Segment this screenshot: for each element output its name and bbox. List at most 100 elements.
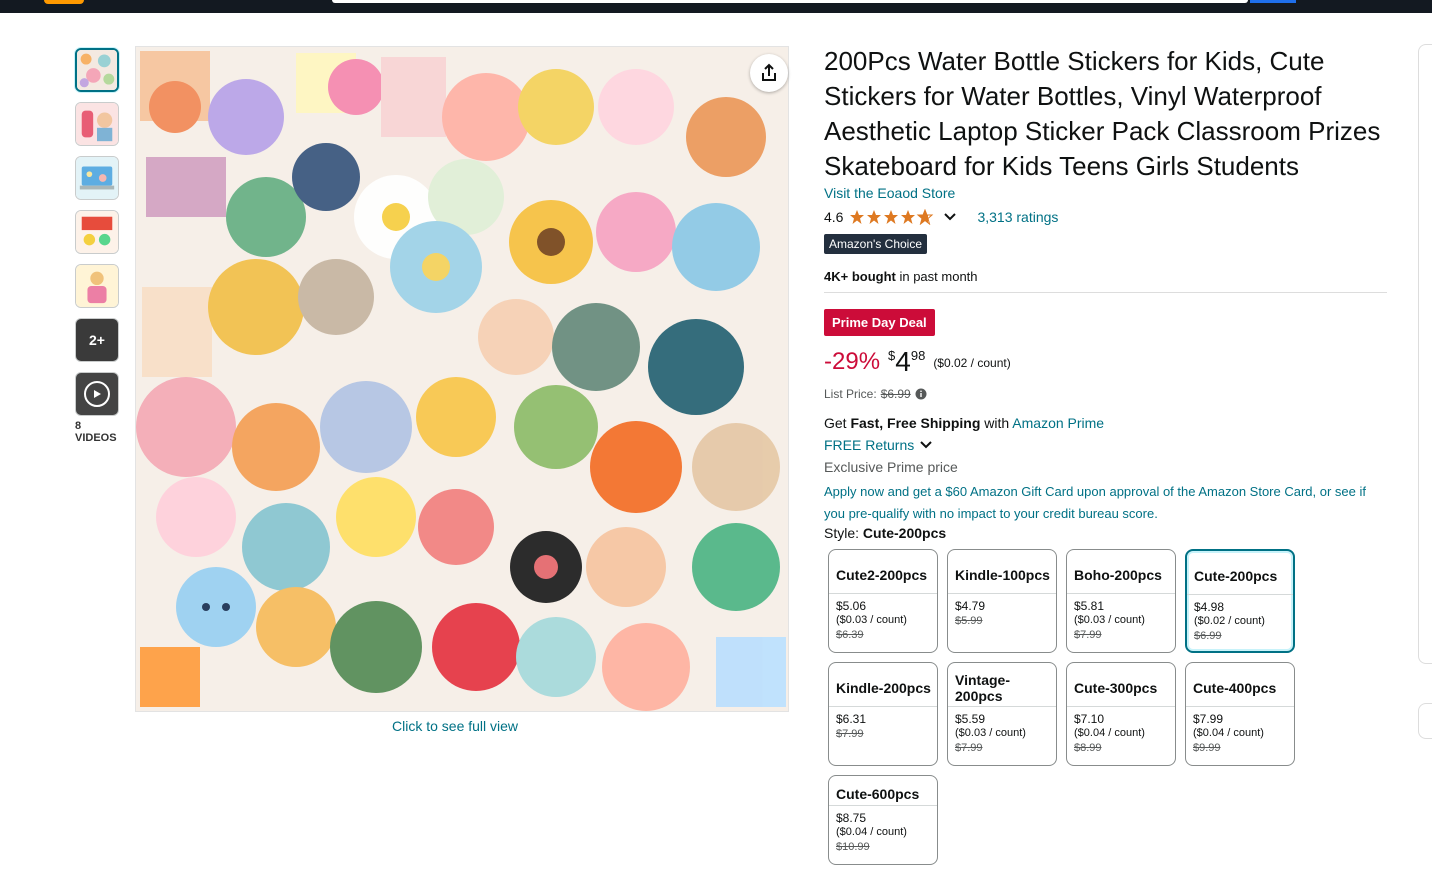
- style-option-name: Cute2-200pcs: [829, 550, 937, 594]
- style-option-cute-200pcs[interactable]: Cute-200pcs $4.98 ($0.02 / count) $6.99: [1185, 549, 1295, 653]
- style-option-price: $5.06: [836, 599, 867, 613]
- price-fraction: 98: [910, 348, 926, 363]
- style-selected-value: Cute-200pcs: [862, 525, 947, 541]
- price-row: -29% $ 4 98 ($0.02 / count): [824, 344, 1011, 380]
- shipping-get: Get: [824, 415, 851, 431]
- videos-count-label[interactable]: 8 VIDEOS: [75, 420, 123, 444]
- thumbnail-2[interactable]: [75, 102, 119, 146]
- style-option-cute-400pcs[interactable]: Cute-400pcs $7.99 ($0.04 / count) $9.99: [1185, 662, 1295, 766]
- free-returns-label: FREE Returns: [824, 437, 915, 453]
- search-button[interactable]: [1250, 0, 1296, 3]
- laptop-thumbnail-image: [76, 157, 118, 199]
- bought-count: 4K+ bought: [824, 269, 896, 284]
- style-option-list-price: $7.99: [836, 728, 864, 740]
- style-option-unit-price: ($0.03 / count): [955, 727, 1026, 739]
- style-option-name: Boho-200pcs: [1067, 550, 1175, 594]
- style-label: Style: Cute-200pcs: [824, 525, 946, 541]
- thumbnail-3[interactable]: [75, 156, 119, 200]
- divider: [824, 292, 1387, 293]
- exclusive-prime-price: Exclusive Prime price: [824, 459, 958, 475]
- style-option-kindle-100pcs[interactable]: Kindle-100pcs $4.79 $5.99: [947, 549, 1057, 653]
- style-option-list-price: $6.39: [836, 629, 864, 641]
- style-option-price: $7.10: [1074, 712, 1105, 726]
- style-option-list-price: $8.99: [1074, 742, 1102, 754]
- ratings-count-link[interactable]: 3,313 ratings: [977, 209, 1058, 225]
- style-option-name: Kindle-200pcs: [829, 663, 937, 707]
- price-per-unit: ($0.02 / count): [933, 356, 1011, 370]
- style-option-boho-200pcs[interactable]: Boho-200pcs $5.81 ($0.03 / count) $7.99: [1066, 549, 1176, 653]
- style-option-price: $4.79: [955, 599, 986, 613]
- style-option-cute-300pcs[interactable]: Cute-300pcs $7.10 ($0.04 / count) $8.99: [1066, 662, 1176, 766]
- bought-in-past-month: 4K+ bought in past month: [824, 269, 978, 284]
- amazon-logo[interactable]: [44, 0, 84, 4]
- price-whole: 4: [895, 346, 911, 377]
- rating-value: 4.6: [824, 209, 844, 225]
- main-product-image[interactable]: [135, 46, 789, 712]
- chevron-down-icon[interactable]: [943, 210, 957, 224]
- style-option-list-price: $5.99: [955, 615, 983, 627]
- style-option-price: $7.99: [1193, 712, 1224, 726]
- shipping-info: Get Fast, Free Shipping with Amazon Prim…: [824, 415, 1104, 431]
- style-option-list-price: $10.99: [836, 841, 870, 853]
- style-option-list-price: $7.99: [1074, 629, 1102, 641]
- shipping-fast-free: Fast, Free Shipping: [850, 415, 981, 431]
- amazon-prime-link[interactable]: Amazon Prime: [1012, 415, 1104, 431]
- prime-day-deal-badge: Prime Day Deal: [824, 309, 935, 336]
- bought-rest: in past month: [895, 269, 978, 284]
- store-card-offer-link[interactable]: Apply now and get a $60 Amazon Gift Card…: [824, 481, 1384, 525]
- style-option-kindle-200pcs[interactable]: Kindle-200pcs $6.31 $7.99: [828, 662, 938, 766]
- share-icon: [762, 63, 776, 81]
- more-images-label: 2+: [89, 332, 105, 348]
- style-option-price: $6.31: [836, 712, 867, 726]
- video-thumbnail[interactable]: [75, 372, 119, 416]
- free-returns-link[interactable]: FREE Returns: [824, 437, 933, 453]
- girl-thumbnail-image: [76, 265, 118, 307]
- chevron-down-icon: [920, 441, 932, 449]
- style-option-name: Vintage-200pcs: [948, 663, 1056, 707]
- style-option-vintage-200pcs[interactable]: Vintage-200pcs $5.59 ($0.03 / count) $7.99: [947, 662, 1057, 766]
- rating-row: 4.6 3,313 ratings: [824, 207, 1058, 227]
- side-tab-edge[interactable]: [1418, 703, 1432, 739]
- style-option-unit-price: ($0.04 / count): [836, 826, 907, 838]
- style-option-name: Cute-600pcs: [829, 776, 937, 806]
- thumbnail-1[interactable]: [75, 48, 119, 92]
- sticker-thumbnail-image: [77, 50, 117, 90]
- more-images-button[interactable]: 2+: [75, 318, 119, 362]
- style-option-list-price: $7.99: [955, 742, 983, 754]
- style-option-price: $5.59: [955, 712, 986, 726]
- sticker-collage-image: [136, 47, 788, 711]
- list-price-label: List Price:: [824, 387, 877, 401]
- kids-bottle-thumbnail-image: [76, 103, 118, 145]
- share-button[interactable]: [750, 54, 788, 92]
- thumbnail-strip: 2+ 8 VIDEOS: [75, 48, 123, 444]
- style-option-price: $8.75: [836, 811, 867, 825]
- list-price-value: $6.99: [880, 387, 911, 401]
- pack-thumbnail-image: [76, 211, 118, 253]
- style-label-prefix: Style:: [824, 525, 863, 541]
- search-input[interactable]: [332, 0, 1248, 3]
- style-option-unit-price: ($0.02 / count): [1194, 615, 1265, 627]
- top-navigation-bar: [0, 0, 1432, 13]
- thumbnail-5[interactable]: [75, 264, 119, 308]
- style-option-unit-price: ($0.04 / count): [1193, 727, 1264, 739]
- style-option-cute2-200pcs[interactable]: Cute2-200pcs $5.06 ($0.03 / count) $6.39: [828, 549, 938, 653]
- style-option-name: Cute-300pcs: [1067, 663, 1175, 707]
- amazons-choice-badge[interactable]: Amazon's Choice: [824, 234, 927, 254]
- style-option-unit-price: ($0.04 / count): [1074, 727, 1145, 739]
- shipping-with: with: [980, 415, 1013, 431]
- product-title: 200Pcs Water Bottle Stickers for Kids, C…: [824, 46, 1381, 181]
- style-option-name: Cute-400pcs: [1186, 663, 1294, 707]
- style-option-price: $4.98: [1194, 600, 1225, 614]
- style-option-name: Cute-200pcs: [1187, 551, 1293, 595]
- style-option-cute-600pcs[interactable]: Cute-600pcs $8.75 ($0.04 / count) $10.99: [828, 775, 938, 865]
- style-option-unit-price: ($0.03 / count): [836, 614, 907, 626]
- style-option-name: Kindle-100pcs: [948, 550, 1056, 594]
- style-option-unit-price: ($0.03 / count): [1074, 614, 1145, 626]
- store-link[interactable]: Visit the Eoaod Store: [824, 185, 955, 201]
- play-icon: [84, 381, 110, 407]
- info-icon[interactable]: [915, 388, 927, 400]
- thumbnail-4[interactable]: [75, 210, 119, 254]
- star-rating-icon[interactable]: [849, 209, 937, 225]
- style-option-price: $5.81: [1074, 599, 1105, 613]
- full-view-link[interactable]: Click to see full view: [392, 718, 518, 734]
